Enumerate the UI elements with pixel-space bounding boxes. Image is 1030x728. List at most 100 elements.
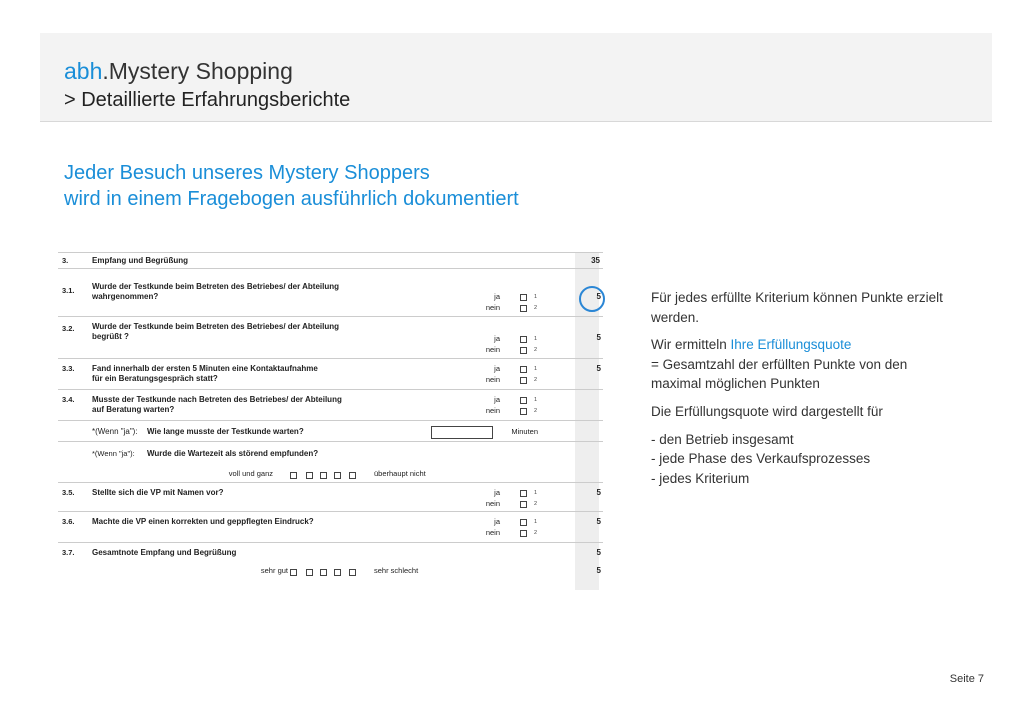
no-code: 2 (534, 501, 538, 507)
question-text-line-1: Wurde der Testkunde beim Betreten des Be… (92, 322, 340, 331)
page-subtitle: > Detaillierte Erfahrungsberichte (64, 89, 351, 111)
brand-name: .Mystery Shopping (102, 58, 293, 84)
question-points: 5 (596, 548, 601, 557)
no-label: nein (485, 375, 500, 384)
yes-code: 1 (534, 366, 538, 372)
disturb-prefix: *(Wenn "ja"): (92, 449, 135, 458)
disturb-question: Wurde die Wartezeit als störend empfunde… (147, 449, 319, 458)
yes-checkbox[interactable] (520, 294, 527, 301)
scale-checkbox[interactable] (290, 569, 297, 576)
scale-checkbox[interactable] (320, 472, 327, 479)
question-text-line-2: auf Beratung warten? (92, 405, 175, 414)
wait-minutes-input[interactable] (431, 426, 493, 439)
scale-checkbox[interactable] (334, 569, 341, 576)
yes-label: ja (494, 334, 500, 343)
divider (58, 358, 603, 359)
explanation-p2-b: = Gesamtzahl der erfüllten Punkte von de… (651, 356, 908, 392)
question-text-line-2: für ein Beratungsgespräch statt? (92, 374, 218, 383)
divider (58, 441, 603, 442)
divider (58, 252, 603, 253)
question-text-line-2: begrüßt ? (92, 332, 129, 341)
explanation-bullet-3: - jedes Kriterium (651, 470, 750, 486)
yes-checkbox[interactable] (520, 519, 527, 526)
question-text-line-1: Stellte sich die VP mit Namen vor? (92, 488, 224, 497)
scale-checkbox[interactable] (306, 472, 313, 479)
question-number: 3.5. (62, 488, 75, 497)
explanation-p2-a: Wir ermitteln (651, 337, 731, 353)
scale-checkbox[interactable] (290, 472, 297, 479)
explanation-text: Für jedes erfüllte Kriterium können Punk… (651, 288, 951, 488)
headline-line-1: Jeder Besuch unseres Mystery Shoppers (64, 162, 430, 184)
wait-time-row: *(Wenn "ja"): Wie lange musste der Testk… (58, 427, 603, 439)
yes-checkbox[interactable] (520, 490, 527, 497)
scale-checkbox[interactable] (334, 472, 341, 479)
question-number: 3.1. (62, 286, 75, 295)
yes-label: ja (494, 292, 500, 301)
yes-code: 1 (534, 397, 538, 403)
wait-unit: Minuten (511, 427, 538, 436)
question-points: 5 (596, 517, 601, 526)
question-row-3-2: 3.2. Wurde der Testkunde beim Betreten d… (58, 322, 603, 354)
explanation-p3: Die Erfüllungsquote wird dargestellt für (651, 403, 883, 419)
scale-checkbox[interactable] (306, 569, 313, 576)
disturb-row: *(Wenn "ja"): Wurde die Wartezeit als st… (58, 449, 603, 461)
headline-line-2: wird in einem Fragebogen ausführlich dok… (64, 188, 519, 210)
divider (58, 316, 603, 317)
no-label: nein (485, 406, 500, 415)
yes-label: ja (494, 364, 500, 373)
scale-row-2: sehr gut sehr schlecht 5 (58, 566, 603, 578)
wait-question: Wie lange musste der Testkunde warten? (147, 427, 304, 436)
no-label: nein (485, 303, 500, 312)
question-points: 5 (596, 566, 601, 575)
yes-checkbox[interactable] (520, 366, 527, 373)
yes-checkbox[interactable] (520, 397, 527, 404)
no-checkbox[interactable] (520, 530, 527, 537)
divider (58, 511, 603, 512)
explanation-bullet-2: - jede Phase des Verkaufsprozesses (651, 451, 871, 467)
yes-code: 1 (534, 519, 538, 525)
question-text-line-1: Fand innerhalb der ersten 5 Minuten eine… (92, 364, 318, 373)
no-checkbox[interactable] (520, 347, 527, 354)
no-code: 2 (534, 530, 538, 536)
explanation-highlight: Ihre Erfüllungsquote (730, 337, 852, 353)
no-checkbox[interactable] (520, 377, 527, 384)
yes-label: ja (494, 517, 500, 526)
no-code: 2 (534, 408, 538, 414)
question-row-3-1: 3.1. Wurde der Testkunde beim Betreten d… (58, 282, 603, 312)
section-points: 35 (591, 256, 600, 265)
section-title: Empfang und Begrüßung (92, 256, 188, 265)
question-row-3-4: 3.4. Musste der Testkunde nach Betreten … (58, 395, 603, 419)
divider (58, 482, 603, 483)
divider (58, 542, 603, 543)
no-checkbox[interactable] (520, 305, 527, 312)
no-code: 2 (534, 347, 538, 353)
brand-logo: abh.Mystery Shopping (64, 58, 293, 85)
scale-right-label: überhaupt nicht (374, 469, 426, 478)
scale-left-label: voll und ganz (228, 469, 273, 478)
question-text-line-1: Gesamtnote Empfang und Begrüßung (92, 548, 237, 557)
scale-checkbox[interactable] (349, 472, 356, 479)
question-number: 3.2. (62, 324, 75, 333)
no-code: 2 (534, 377, 538, 383)
scale-row-1: voll und ganz überhaupt nicht (58, 469, 603, 481)
explanation-p2: Wir ermitteln Ihre Erfüllungsquote = Gesa… (651, 335, 951, 394)
scale-checkbox[interactable] (320, 569, 327, 576)
question-number: 3.3. (62, 364, 75, 373)
question-row-3-6: 3.6. Machte die VP einen korrekten und g… (58, 517, 603, 541)
brand-prefix: abh (64, 58, 103, 84)
question-row-3-7: 3.7. Gesamtnote Empfang und Begrüßung 5 (58, 548, 603, 560)
no-checkbox[interactable] (520, 408, 527, 415)
yes-label: ja (494, 395, 500, 404)
no-checkbox[interactable] (520, 501, 527, 508)
yes-checkbox[interactable] (520, 336, 527, 343)
scale-checkbox[interactable] (349, 569, 356, 576)
question-points: 5 (596, 333, 601, 342)
no-label: nein (485, 499, 500, 508)
explanation-bullet-1: - den Betrieb insgesamt (651, 431, 794, 447)
scale-left-label: sehr gut (260, 566, 288, 575)
section-number: 3. (62, 256, 69, 265)
yes-code: 1 (534, 490, 538, 496)
explanation-p1: Für jedes erfüllte Kriterium können Punk… (651, 290, 943, 325)
question-text-line-2: wahrgenommen? (92, 292, 159, 301)
question-text-line-1: Machte die VP einen korrekten und geppfl… (92, 517, 314, 526)
